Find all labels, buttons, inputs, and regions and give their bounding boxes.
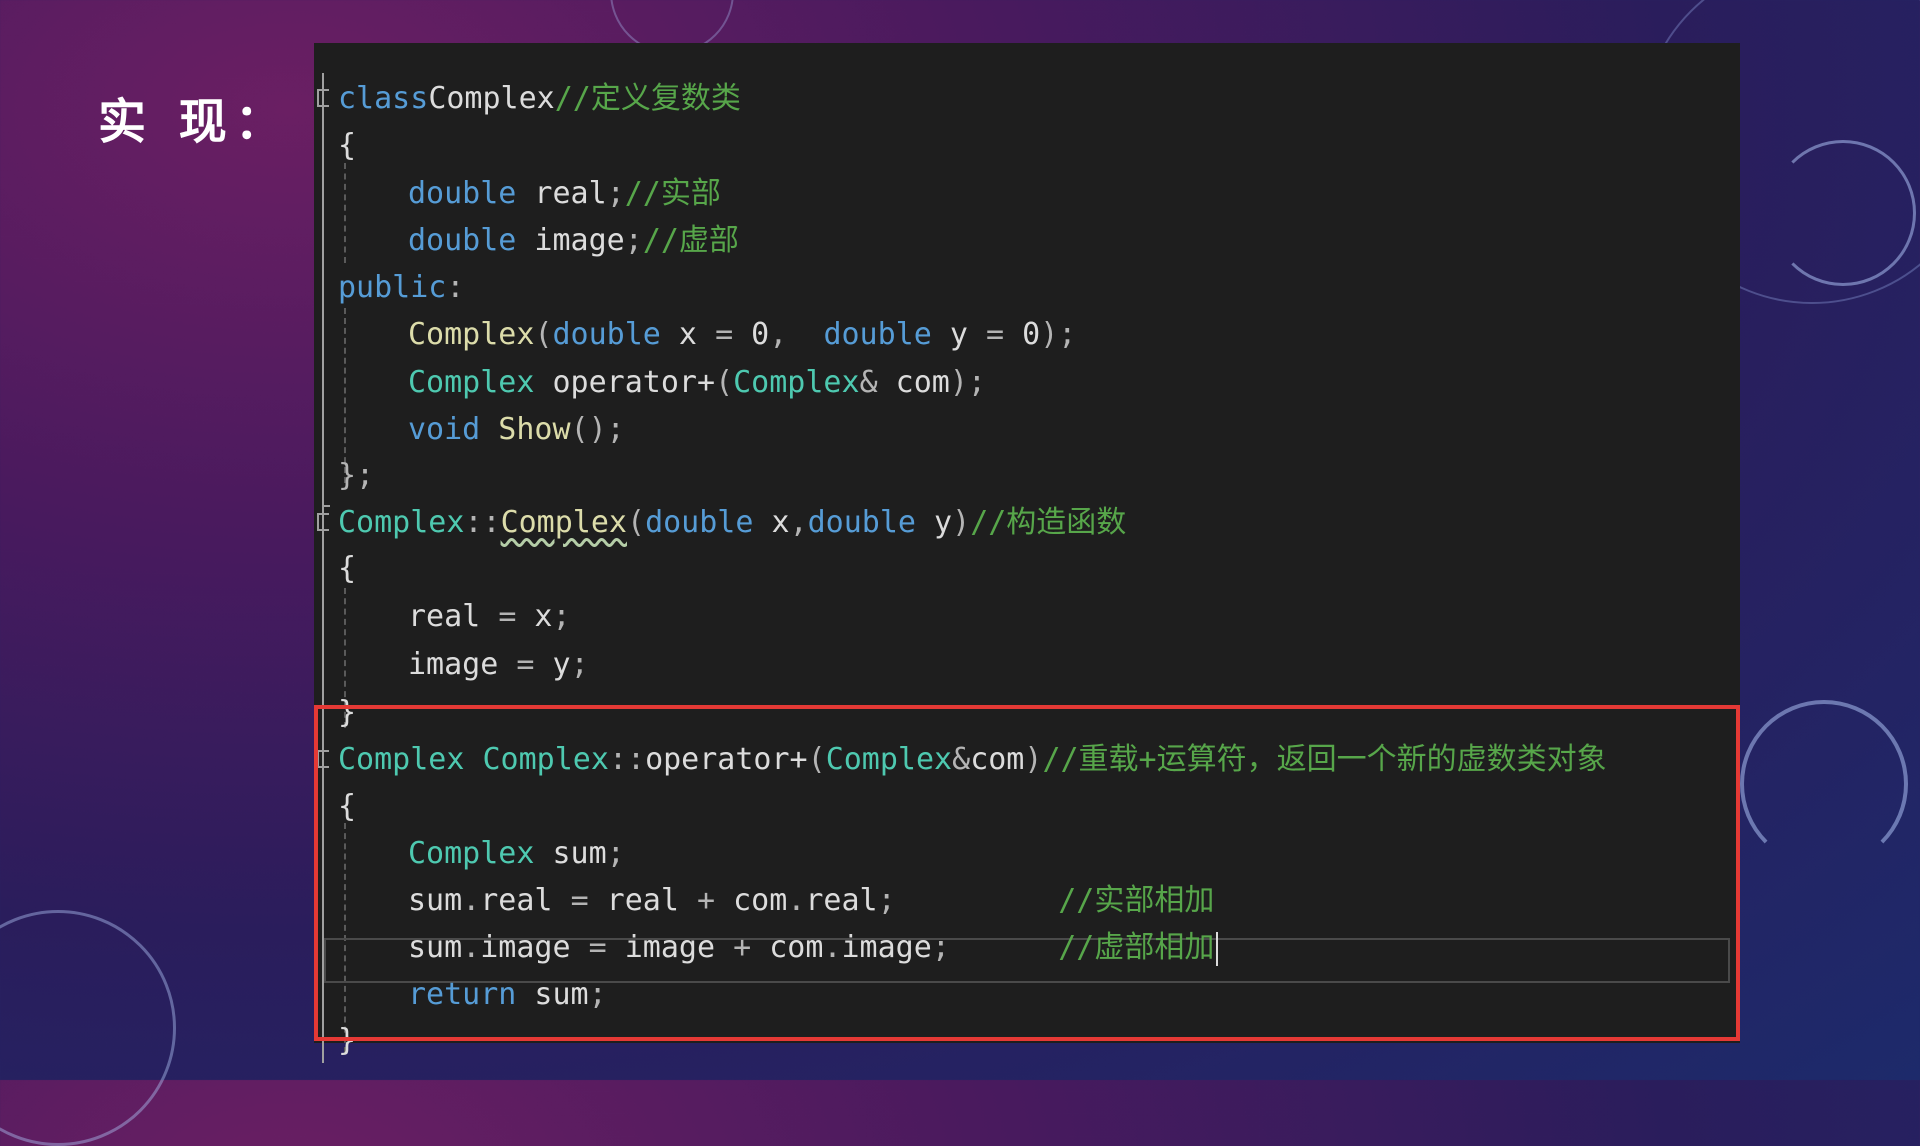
code-token: Complex bbox=[408, 317, 535, 352]
code-token: ; bbox=[552, 599, 571, 634]
code-token: , bbox=[789, 505, 808, 540]
code-token: ; bbox=[606, 176, 625, 211]
code-token: real bbox=[516, 176, 607, 211]
code-token: y bbox=[931, 317, 986, 352]
code-line[interactable]: double real;//实部 bbox=[314, 170, 1740, 217]
code-token: Complex bbox=[338, 505, 465, 540]
code-token: = bbox=[715, 317, 734, 352]
code-token: y bbox=[534, 647, 571, 682]
code-token: ) bbox=[952, 505, 971, 540]
decor-ring-lower-right bbox=[1740, 700, 1908, 868]
code-line[interactable]: Complex operator+(Complex& com); bbox=[314, 359, 1740, 406]
code-line-text: image = y; bbox=[338, 641, 589, 688]
highlight-box-operator-overload bbox=[314, 705, 1740, 1041]
code-token: 0 bbox=[1004, 317, 1041, 352]
code-line-text: void Show(); bbox=[338, 406, 625, 453]
code-line-text: double image;//虚部 bbox=[338, 217, 739, 264]
code-line[interactable]: public: bbox=[314, 264, 1740, 311]
code-token: 0 bbox=[733, 317, 770, 352]
code-token: double bbox=[823, 317, 932, 352]
code-token: ); bbox=[949, 365, 986, 400]
code-line-text: classComplex//定义复数类 bbox=[338, 75, 741, 122]
code-line-text: { bbox=[338, 545, 356, 592]
code-token: (); bbox=[570, 412, 625, 447]
code-line[interactable]: { bbox=[314, 122, 1740, 169]
code-token: ( bbox=[715, 365, 734, 400]
code-line[interactable]: double image;//虚部 bbox=[314, 217, 1740, 264]
code-line[interactable]: classComplex//定义复数类 bbox=[314, 75, 1740, 122]
code-token: //构造函数 bbox=[970, 505, 1127, 540]
code-line-text: real = x; bbox=[338, 593, 571, 640]
code-token: x bbox=[660, 317, 716, 352]
code-token: ( bbox=[534, 317, 553, 352]
code-line[interactable]: image = y; bbox=[314, 641, 1740, 688]
decor-ring-mid-right bbox=[1770, 140, 1916, 286]
code-token: , bbox=[769, 317, 824, 352]
decor-ring-bottom-left bbox=[0, 910, 176, 1146]
code-line-text: Complex operator+(Complex& com); bbox=[338, 359, 986, 406]
slide-title: 实 现： bbox=[98, 94, 291, 150]
code-token: //实部 bbox=[624, 176, 721, 211]
code-token: void bbox=[408, 412, 481, 447]
code-token: Complex bbox=[733, 365, 860, 400]
code-token: image bbox=[408, 647, 517, 682]
collapse-toggle-icon[interactable] bbox=[317, 513, 329, 531]
code-token: double bbox=[645, 505, 754, 540]
code-line-text: { bbox=[338, 122, 356, 169]
code-token: double bbox=[807, 505, 916, 540]
code-token: double bbox=[408, 176, 517, 211]
code-token: //虚部 bbox=[642, 223, 739, 258]
code-token: real bbox=[408, 599, 499, 634]
code-line[interactable]: Complex(double x = 0, double y = 0); bbox=[314, 311, 1740, 358]
code-token: ; bbox=[624, 223, 643, 258]
collapse-toggle-icon[interactable] bbox=[317, 89, 329, 107]
code-token: ( bbox=[627, 505, 646, 540]
code-token: com bbox=[877, 365, 950, 400]
code-line-text: double real;//实部 bbox=[338, 170, 721, 217]
code-token: }; bbox=[338, 458, 375, 493]
code-token: Complex bbox=[500, 505, 627, 540]
code-line-text: public: bbox=[338, 264, 464, 311]
code-token: ; bbox=[570, 647, 589, 682]
code-line-text: Complex::Complex(double x,double y)//构造函… bbox=[338, 499, 1126, 546]
code-token: : bbox=[446, 270, 465, 305]
code-token: & bbox=[859, 365, 878, 400]
code-line-text: }; bbox=[338, 452, 374, 499]
code-token: class bbox=[338, 81, 429, 116]
code-token: = bbox=[986, 317, 1005, 352]
code-token: = bbox=[498, 599, 517, 634]
code-token: //定义复数类 bbox=[554, 81, 741, 116]
code-token: operator+ bbox=[534, 365, 716, 400]
code-token: Complex bbox=[428, 81, 555, 116]
code-token: Complex bbox=[408, 365, 535, 400]
code-token: y bbox=[916, 505, 953, 540]
code-token: :: bbox=[464, 505, 501, 540]
code-token: double bbox=[408, 223, 517, 258]
code-token: x bbox=[753, 505, 790, 540]
code-token: x bbox=[516, 599, 553, 634]
code-line[interactable]: Complex::Complex(double x,double y)//构造函… bbox=[314, 499, 1740, 546]
code-token: ); bbox=[1040, 317, 1077, 352]
code-token: public bbox=[338, 270, 447, 305]
code-line-text: Complex(double x = 0, double y = 0); bbox=[338, 311, 1076, 358]
code-token: { bbox=[338, 128, 357, 163]
code-line[interactable]: real = x; bbox=[314, 593, 1740, 640]
code-token: double bbox=[552, 317, 661, 352]
code-line[interactable]: }; bbox=[314, 452, 1740, 499]
code-line[interactable]: { bbox=[314, 545, 1740, 592]
code-token: = bbox=[516, 647, 535, 682]
code-line[interactable]: void Show(); bbox=[314, 406, 1740, 453]
code-token: image bbox=[516, 223, 625, 258]
code-token: Show bbox=[480, 412, 571, 447]
code-token: { bbox=[338, 551, 357, 586]
